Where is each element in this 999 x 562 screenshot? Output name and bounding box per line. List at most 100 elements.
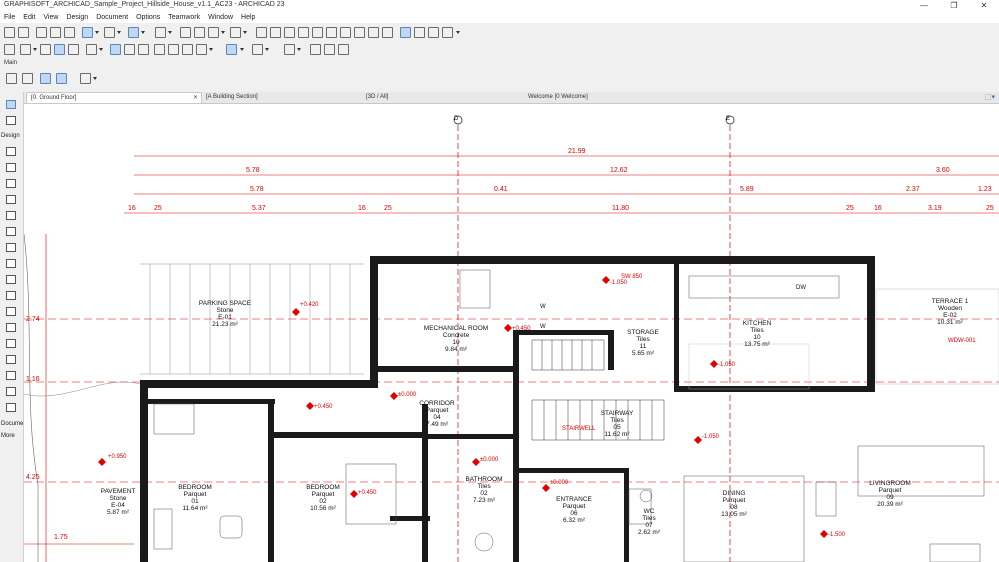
adjust-icon[interactable] [182, 44, 193, 55]
more-section-label[interactable]: More [1, 433, 15, 439]
undo-icon[interactable] [4, 27, 15, 38]
curtain-wall-tool[interactable] [6, 307, 16, 316]
tab-building-section[interactable]: [A Building Section] [202, 92, 362, 103]
floor-plan-icon[interactable] [68, 44, 79, 55]
grid-marker-e: E [726, 116, 731, 122]
menu-teamwork[interactable]: Teamwork [164, 12, 204, 23]
redo-icon[interactable] [18, 27, 29, 38]
room-code: 10 [753, 334, 761, 341]
column-tool[interactable] [6, 211, 16, 220]
house-icon[interactable] [382, 27, 393, 38]
level-tag: ±0.000 [398, 392, 417, 398]
trace-icon[interactable] [194, 27, 205, 38]
resize-icon[interactable] [324, 44, 335, 55]
menu-edit[interactable]: Edit [19, 12, 39, 23]
menu-view[interactable]: View [39, 12, 62, 23]
menu-document[interactable]: Document [92, 12, 132, 23]
room-name: PAVEMENT [100, 488, 136, 495]
skylight-tool[interactable] [6, 387, 16, 396]
tab-ground-floor[interactable]: [0. Ground Floor] ✕ [26, 92, 202, 103]
cursor-snap-icon[interactable] [180, 27, 191, 38]
minimize-button[interactable]: — [909, 0, 939, 12]
surface-icon[interactable] [110, 44, 121, 55]
arrow-select-icon[interactable] [6, 73, 17, 84]
shell-tool[interactable] [6, 275, 16, 284]
magic-wand-icon[interactable] [270, 27, 281, 38]
floor-plan-canvas[interactable]: D E 21.99 5.78 12.62 3.60 5.78 0.41 5.89… [24, 104, 999, 562]
room-code: 05 [613, 424, 621, 431]
close-icon[interactable]: ✕ [193, 93, 198, 104]
pointer-icon[interactable] [36, 27, 47, 38]
railing-tool[interactable] [6, 323, 16, 332]
menu-window[interactable]: Window [204, 12, 237, 23]
align-icon[interactable] [40, 44, 51, 55]
view-icon[interactable] [208, 27, 219, 38]
window-tool[interactable] [6, 179, 16, 188]
mesh-tool[interactable] [6, 355, 16, 364]
marquee-tool[interactable] [6, 116, 16, 125]
dimension-icon[interactable] [54, 44, 65, 55]
lock-icon[interactable] [230, 27, 241, 38]
layers-icon[interactable] [284, 27, 295, 38]
eyedropper-icon[interactable] [50, 27, 61, 38]
section-icon[interactable] [298, 27, 309, 38]
marquee-icon[interactable] [22, 73, 33, 84]
gravity-icon[interactable] [128, 27, 139, 38]
split-icon[interactable] [138, 44, 149, 55]
quick-select-icon[interactable] [40, 73, 51, 84]
orbit-icon[interactable] [340, 27, 351, 38]
renovation-icon[interactable] [326, 27, 337, 38]
measure-icon[interactable] [4, 44, 15, 55]
mirror-icon[interactable] [284, 44, 295, 55]
lamp-tool[interactable] [6, 403, 16, 412]
tab-3d-all[interactable]: [3D / All] [362, 92, 524, 103]
door-tool[interactable] [6, 163, 16, 172]
zoom-in-icon[interactable] [414, 27, 425, 38]
beam-tool[interactable] [6, 371, 16, 380]
room-stamp-pavement: PAVEMENT Stone E-04 5.87 m² [96, 488, 140, 516]
3d-window-icon[interactable] [312, 27, 323, 38]
menu-help[interactable]: Help [237, 12, 259, 23]
offset-icon[interactable] [168, 44, 179, 55]
home-icon[interactable] [368, 27, 379, 38]
menu-file[interactable]: File [0, 12, 19, 23]
wall-tool[interactable] [6, 147, 16, 156]
room-stamp-livingroom: LIVINGROOM Parquet 09 20.39 m² [862, 480, 918, 508]
object-tool[interactable] [6, 195, 16, 204]
stair-tool[interactable] [6, 243, 16, 252]
rotate-icon[interactable] [252, 44, 263, 55]
side-dimension: 1.16 [26, 376, 40, 383]
zoom-out-icon[interactable] [428, 27, 439, 38]
explode-icon[interactable] [338, 44, 349, 55]
move-icon[interactable] [226, 44, 237, 55]
guide-lines-icon[interactable] [104, 27, 115, 38]
pan-icon[interactable] [442, 27, 453, 38]
morph-tool[interactable] [6, 291, 16, 300]
slab-tool[interactable] [6, 227, 16, 236]
zone-tool[interactable] [6, 339, 16, 348]
syringe-icon[interactable] [64, 27, 75, 38]
fill-icon[interactable] [124, 44, 135, 55]
copy-icon[interactable] [256, 27, 267, 38]
selection-mode-icon[interactable] [56, 73, 67, 84]
roof-tool[interactable] [6, 259, 16, 268]
maximize-button[interactable]: ❐ [939, 0, 969, 12]
tab-welcome[interactable]: Welcome [0 Welcome] [524, 92, 724, 103]
intersect-icon[interactable] [196, 44, 207, 55]
stretch-icon[interactable] [310, 44, 321, 55]
snap-guides-icon[interactable] [82, 27, 93, 38]
view-options-icon[interactable]: ⬚▾ [985, 93, 995, 101]
pointer-mode-icon[interactable] [80, 73, 91, 84]
cross-icon[interactable] [20, 44, 31, 55]
room-finish: Parquet [183, 491, 207, 498]
menu-design[interactable]: Design [62, 12, 92, 23]
group-lock-icon[interactable] [86, 44, 97, 55]
grid-icon[interactable] [155, 27, 166, 38]
close-button[interactable]: ✕ [969, 0, 999, 12]
arrow-tool[interactable] [6, 100, 16, 109]
zoom-fit-icon[interactable] [400, 27, 411, 38]
explore-icon[interactable] [354, 27, 365, 38]
fillet-icon[interactable] [154, 44, 165, 55]
menu-options[interactable]: Options [132, 12, 164, 23]
dimension-label: 0.41 [494, 186, 508, 193]
